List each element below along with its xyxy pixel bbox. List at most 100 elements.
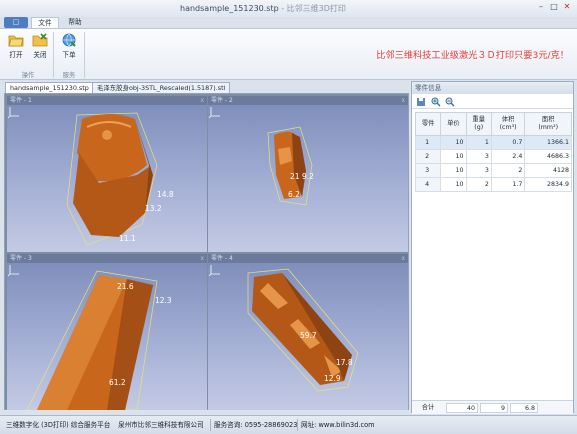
dimension-label: 17.8 [336, 358, 353, 367]
part-info-panel: 零件信息 零件 单价 重量 (g) 体积 (cm³) 面积 (mm²) 1 10 1 0.7 1… [411, 81, 574, 414]
table-cell: 10 [440, 177, 467, 192]
column-header[interactable]: 重量 (g) [465, 112, 492, 136]
table-row[interactable]: 1 10 1 0.7 1366.1 [414, 135, 572, 150]
status-phone-text: 服务咨询: 0595-28869023 [214, 421, 298, 429]
doc-tab-stl[interactable]: 毛泽东胶身obj-3STL_Rescaled(1.5187).stl [92, 82, 231, 93]
viewport-label: 零件 - 4 [211, 255, 233, 262]
table-cell: 10 [440, 149, 467, 164]
table-cell: 0.7 [490, 135, 526, 150]
doc-tab-handsample[interactable]: handsample_151230.stp [5, 82, 94, 93]
app-menu-button[interactable]: □ [4, 17, 28, 28]
viewport-label: 零件 - 3 [10, 255, 32, 262]
table-cell: 2 [490, 163, 526, 178]
dimension-label: 14.8 [157, 190, 174, 199]
panel-toolbar [412, 95, 573, 109]
dimension-label: 13.2 [145, 204, 162, 213]
order-label: 下单 [62, 51, 76, 59]
open-button[interactable]: 打开 [6, 32, 26, 68]
part-2-model: 21 9.2 6.2 [267, 126, 314, 206]
zoom-in-icon[interactable] [431, 97, 441, 107]
column-header[interactable]: 零件 [414, 112, 442, 136]
column-header[interactable]: 体积 (cm³) [490, 112, 526, 136]
part-3-model: 21.6 12.3 61.2 [26, 270, 172, 410]
total-weight-field: 9 [480, 403, 508, 413]
title-bar: handsample_151230.stp - 比邻三维3D打印 – □ ✕ [0, 0, 577, 17]
total-volume-field: 6.8 [510, 403, 538, 413]
open-label: 打开 [9, 51, 23, 59]
minimize-button[interactable]: – [535, 2, 547, 13]
promo-banner: 比邻三维科技工业级激光３Ｄ打印只要3元/克！ [376, 50, 569, 61]
dimension-label: 12.9 [324, 374, 341, 383]
viewport-grid: 零件 - 1 x 14.8 13.2 11.1 零件 - 2 x 21 9.2 6.… [4, 93, 409, 410]
total-label: 合计 [421, 404, 435, 411]
table-row[interactable]: 4 10 2 1.7 2834.9 [414, 177, 572, 192]
table-cell: 2834.9 [524, 177, 572, 192]
maximize-button[interactable]: □ [548, 2, 560, 13]
dimension-label: 9.2 [302, 172, 314, 181]
viewport-header: 零件 - 1 x [7, 96, 207, 105]
table-cell: 3 [465, 149, 492, 164]
table-cell: 1 [414, 135, 442, 150]
column-header[interactable]: 面积 (mm²) [524, 112, 572, 136]
table-cell: 1 [465, 135, 492, 150]
viewport-header: 零件 - 4 x [208, 254, 408, 263]
status-separator [210, 419, 211, 431]
menu-bar: □ 文件 帮助 [0, 17, 577, 28]
table-cell: 2 [414, 149, 442, 164]
dimension-label: 11.1 [119, 234, 136, 243]
table-row[interactable]: 2 10 3 2.4 4686.3 [414, 149, 572, 164]
dimension-label: 12.3 [155, 296, 172, 305]
status-company-text: 泉州市比邻三维科技有限公司 [118, 421, 204, 429]
status-web-link[interactable]: 网址: www.bilin3d.com [301, 416, 375, 434]
open-folder-icon [8, 35, 24, 47]
close-file-button[interactable]: 关闭 [30, 32, 50, 68]
table-cell: 10 [440, 135, 467, 150]
dimension-label: 21.6 [117, 282, 134, 291]
part-1-model: 14.8 13.2 11.1 [66, 112, 174, 246]
status-separator [297, 419, 298, 431]
viewport-header: 零件 - 2 x [208, 96, 408, 105]
viewport-part-1[interactable]: 零件 - 1 x 14.8 13.2 11.1 [7, 96, 207, 252]
viewport-part-3[interactable]: 零件 - 3 x 21.6 12.3 61.2 [7, 254, 207, 410]
zoom-out-icon[interactable] [445, 97, 455, 107]
dimension-label: 59.7 [300, 331, 317, 340]
table-cell: 10 [440, 163, 467, 178]
part-4-model: 59.7 17.8 12.9 [247, 268, 359, 392]
table-cell: 1.7 [490, 177, 526, 192]
viewport-part-4[interactable]: 零件 - 4 x 59.7 17.8 12.9 [208, 254, 408, 410]
dimension-label: 61.2 [109, 378, 126, 387]
table-row[interactable]: 3 10 3 2 4128 [414, 163, 572, 178]
axis-triad-icon [208, 107, 220, 119]
axis-triad-icon [7, 107, 19, 119]
table-cell: 3 [414, 163, 442, 178]
close-icon[interactable]: x [401, 96, 405, 105]
ribbon: 打开 关闭 操作 下单 服务 比邻三维科技工业级激光３Ｄ打印只要3元/克！ [0, 28, 577, 80]
part-table: 零件 单价 重量 (g) 体积 (cm³) 面积 (mm²) 1 10 1 0.7 1366.1… [414, 112, 572, 192]
table-cell: 4 [414, 177, 442, 192]
tab-help[interactable]: 帮助 [62, 17, 88, 28]
close-icon[interactable]: x [200, 96, 204, 105]
column-header[interactable]: 单价 [440, 112, 467, 136]
status-platform-text: 三维数字化 (3D打印) 综合服务平台 [6, 421, 111, 429]
close-icon[interactable]: x [401, 254, 405, 263]
dimension-label: 21 [290, 172, 300, 181]
table-cell: 1366.1 [524, 135, 572, 150]
group-separator [53, 32, 54, 78]
table-cell: 3 [465, 163, 492, 178]
viewport-part-2[interactable]: 零件 - 2 x 21 9.2 6.2 [208, 96, 408, 252]
axis-triad-icon [7, 265, 19, 277]
save-icon[interactable] [416, 97, 426, 107]
axis-triad-icon [208, 265, 220, 277]
window-title: handsample_151230.stp - 比邻三维3D打印 [180, 4, 346, 13]
status-bar: 三维数字化 (3D打印) 综合服务平台 泉州市比邻三维科技有限公司 服务咨询: … [0, 415, 577, 434]
table-cell: 4686.3 [524, 149, 572, 164]
total-price-field: 40 [446, 403, 478, 413]
close-window-button[interactable]: ✕ [561, 2, 573, 13]
panel-title: 零件信息 [412, 82, 573, 94]
tab-file[interactable]: 文件 [31, 17, 59, 28]
table-body: 1 10 1 0.7 1366.1 2 10 3 2.4 4686.3 3 10 3 2 4128 4 10 2 1… [414, 135, 572, 192]
table-cell: 2.4 [490, 149, 526, 164]
order-button[interactable]: 下单 [59, 32, 79, 68]
group-service-label: 服务 [62, 72, 76, 79]
close-icon[interactable]: x [200, 254, 204, 263]
